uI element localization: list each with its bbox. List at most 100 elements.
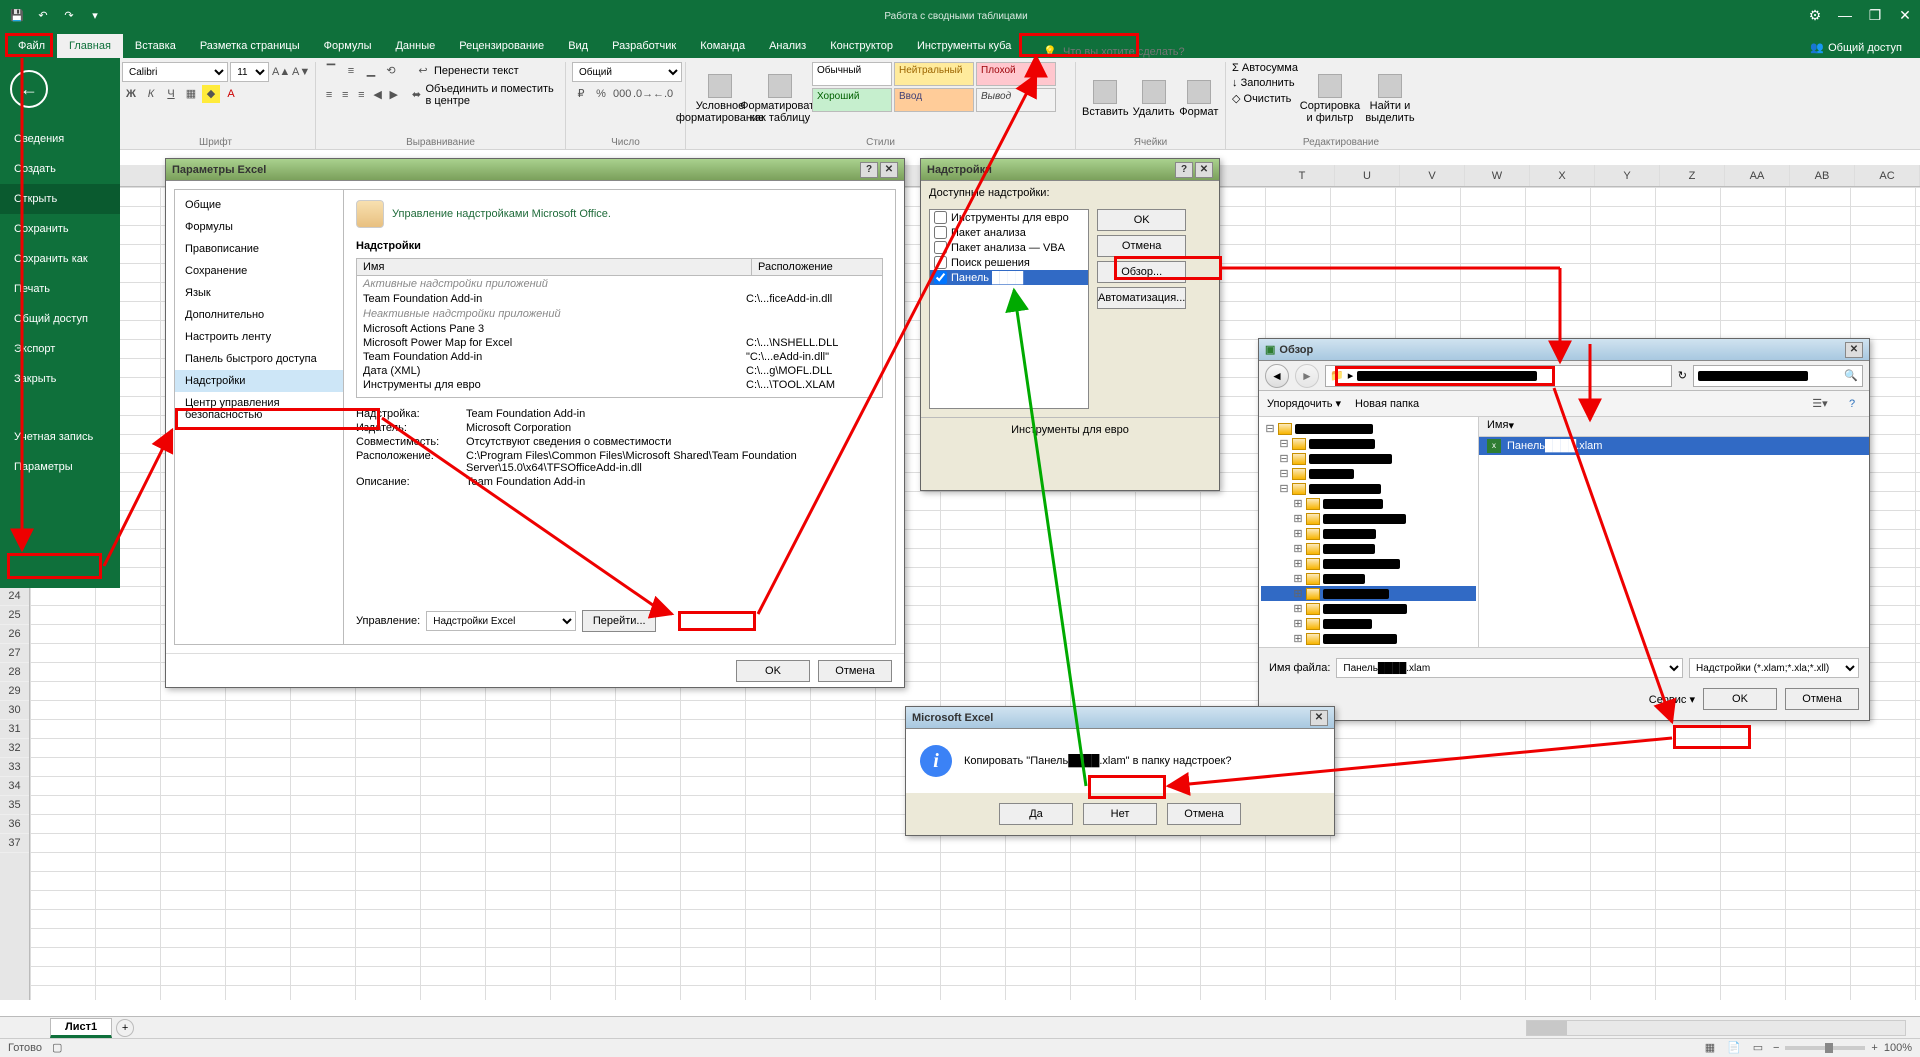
close-icon[interactable]: ✕ xyxy=(1845,342,1863,358)
clear-button[interactable]: ◇ Очистить xyxy=(1232,92,1298,105)
backstage-saveas[interactable]: Сохранить как xyxy=(0,244,120,274)
file-list[interactable]: Имя ▾ x Панель████.xlam xyxy=(1479,417,1869,647)
wrap-text-icon[interactable]: ↩ xyxy=(414,62,432,80)
tools-menu[interactable]: Сервис ▾ xyxy=(1649,693,1695,706)
backstage-options[interactable]: Параметры xyxy=(0,452,120,482)
save-icon[interactable]: 💾 xyxy=(6,4,28,26)
tree-node[interactable]: ⊟ xyxy=(1261,421,1476,436)
row-header[interactable]: 30 xyxy=(0,701,29,720)
tree-node[interactable]: ⊞ xyxy=(1261,616,1476,631)
autosum-button[interactable]: Σ Автосумма xyxy=(1232,62,1298,74)
column-header[interactable]: Y xyxy=(1595,165,1660,186)
addins-listview[interactable]: ИмяРасположение Активные надстройки прил… xyxy=(356,258,883,398)
column-header[interactable]: U xyxy=(1335,165,1400,186)
tab-formulas[interactable]: Формулы xyxy=(312,34,384,58)
tree-node[interactable]: ⊞ xyxy=(1261,601,1476,616)
addins-browse-button[interactable]: Обзор... xyxy=(1097,261,1186,283)
tab-review[interactable]: Рецензирование xyxy=(447,34,556,58)
msgbox-cancel-button[interactable]: Отмена xyxy=(1167,803,1241,825)
row-header[interactable]: 31 xyxy=(0,720,29,739)
refresh-icon[interactable]: ↻ xyxy=(1678,369,1687,382)
addin-item[interactable]: Панель ████ xyxy=(930,270,1088,285)
row-header[interactable]: 26 xyxy=(0,625,29,644)
delete-cells-button[interactable]: Удалить xyxy=(1133,62,1175,135)
column-header[interactable]: AB xyxy=(1790,165,1855,186)
addin-checkbox[interactable] xyxy=(934,241,947,254)
addin-checkbox[interactable] xyxy=(934,226,947,239)
addin-item[interactable]: Пакет анализа xyxy=(930,225,1088,240)
zoom-in-icon[interactable]: + xyxy=(1871,1042,1877,1054)
manage-combo[interactable]: Надстройки Excel xyxy=(426,611,576,631)
new-folder-button[interactable]: Новая папка xyxy=(1355,398,1419,410)
dialog-titlebar[interactable]: ▣ Обзор ✕ xyxy=(1259,339,1869,361)
row-header[interactable]: 25 xyxy=(0,606,29,625)
qat-more-icon[interactable]: ▾ xyxy=(84,4,106,26)
folder-tree[interactable]: ⊟⊟⊟⊟⊟⊞⊞⊞⊞⊞⊞⊞⊞⊞⊞ xyxy=(1259,417,1479,647)
backstage-print[interactable]: Печать xyxy=(0,274,120,304)
zoom-out-icon[interactable]: − xyxy=(1773,1042,1779,1054)
column-header[interactable]: T xyxy=(1270,165,1335,186)
align-middle-icon[interactable]: ≡ xyxy=(342,62,360,80)
msgbox-no-button[interactable]: Нет xyxy=(1083,803,1157,825)
tell-me-input[interactable] xyxy=(1063,46,1243,58)
tab-layout[interactable]: Разметка страницы xyxy=(188,34,312,58)
tab-analyze[interactable]: Анализ xyxy=(757,34,818,58)
row-header[interactable]: 28 xyxy=(0,663,29,682)
zoom-level[interactable]: 100% xyxy=(1884,1042,1912,1054)
backstage-export[interactable]: Экспорт xyxy=(0,334,120,364)
row-header[interactable]: 35 xyxy=(0,796,29,815)
addin-checkbox[interactable] xyxy=(934,271,947,284)
tab-file[interactable]: Файл xyxy=(6,34,57,58)
tree-node[interactable]: ⊞ xyxy=(1261,511,1476,526)
options-nav-item[interactable]: Центр управления безопасностью xyxy=(175,392,343,426)
backstage-close[interactable]: Закрыть xyxy=(0,364,120,394)
options-nav-item[interactable]: Панель быстрого доступа xyxy=(175,348,343,370)
tab-design[interactable]: Конструктор xyxy=(818,34,905,58)
style-normal[interactable]: Обычный xyxy=(812,62,892,86)
addins-cancel-button[interactable]: Отмена xyxy=(1097,235,1186,257)
undo-icon[interactable]: ↶ xyxy=(32,4,54,26)
style-output[interactable]: Вывод xyxy=(976,88,1056,112)
orientation-icon[interactable]: ⟲ xyxy=(382,62,400,80)
backstage-new[interactable]: Создать xyxy=(0,154,120,184)
row-header[interactable]: 27 xyxy=(0,644,29,663)
increase-decimal-icon[interactable]: .0→ xyxy=(632,85,650,103)
italic-icon[interactable]: К xyxy=(142,85,160,103)
style-input[interactable]: Ввод xyxy=(894,88,974,112)
nav-back-icon[interactable]: ◄ xyxy=(1265,364,1289,388)
decrease-indent-icon[interactable]: ◀ xyxy=(370,86,384,104)
column-header[interactable]: X xyxy=(1530,165,1595,186)
options-cancel-button[interactable]: Отмена xyxy=(818,660,892,682)
horizontal-scrollbar[interactable] xyxy=(1526,1020,1906,1036)
options-nav-item[interactable]: Сохранение xyxy=(175,260,343,282)
options-nav-item[interactable]: Правописание xyxy=(175,238,343,260)
merge-center-button[interactable]: Объединить и поместить в центре xyxy=(426,83,560,107)
align-center-icon[interactable]: ≡ xyxy=(338,86,352,104)
tree-node[interactable]: ⊟ xyxy=(1261,466,1476,481)
tree-node[interactable]: ⊞ xyxy=(1261,586,1476,601)
column-header[interactable]: AC xyxy=(1855,165,1920,186)
options-nav-item[interactable]: Формулы xyxy=(175,216,343,238)
tab-team[interactable]: Команда xyxy=(688,34,757,58)
dialog-titlebar[interactable]: Параметры Excel ?✕ xyxy=(166,159,904,181)
addin-item[interactable]: Инструменты для евро xyxy=(930,210,1088,225)
tab-cube[interactable]: Инструменты куба xyxy=(905,34,1023,58)
merge-icon[interactable]: ⬌ xyxy=(409,86,423,104)
browse-open-button[interactable]: OK xyxy=(1703,688,1777,710)
align-left-icon[interactable]: ≡ xyxy=(322,86,336,104)
sheet-tab[interactable]: Лист1 xyxy=(50,1018,112,1038)
tree-node[interactable]: ⊟ xyxy=(1261,451,1476,466)
align-bottom-icon[interactable]: ▁ xyxy=(362,62,380,80)
column-header[interactable]: W xyxy=(1465,165,1530,186)
dialog-titlebar[interactable]: Microsoft Excel ✕ xyxy=(906,707,1334,729)
decrease-font-icon[interactable]: A▼ xyxy=(291,63,309,81)
addin-item[interactable]: Пакет анализа — VBA xyxy=(930,240,1088,255)
options-nav-item[interactable]: Надстройки xyxy=(175,370,343,392)
backstage-account[interactable]: Учетная запись xyxy=(0,422,120,452)
align-right-icon[interactable]: ≡ xyxy=(354,86,368,104)
file-row[interactable]: x Панель████.xlam xyxy=(1479,437,1869,455)
redo-icon[interactable]: ↷ xyxy=(58,4,80,26)
tab-insert[interactable]: Вставка xyxy=(123,34,188,58)
help-icon[interactable]: ? xyxy=(860,162,878,178)
addin-checkbox[interactable] xyxy=(934,256,947,269)
